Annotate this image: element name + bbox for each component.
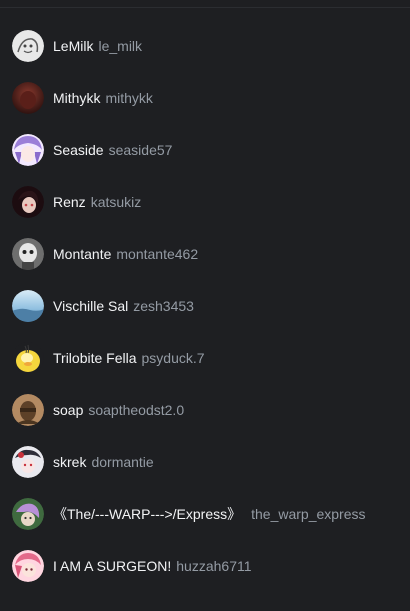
member-row-seaside[interactable]: Seaside seaside57 [0, 124, 410, 176]
member-display-name[interactable]: Renz [53, 194, 86, 210]
member-username: huzzah6711 [176, 558, 252, 574]
member-row-montante[interactable]: Montante montante462 [0, 228, 410, 280]
avatar-green-purple-icon[interactable] [12, 498, 44, 530]
member-display-name[interactable]: Mithykk [53, 90, 100, 106]
avatar-red-white-anime-icon[interactable] [12, 446, 44, 478]
avatar-grey-character-icon[interactable] [12, 238, 44, 270]
member-username: seaside57 [108, 142, 173, 158]
member-row-mithykk[interactable]: Mithykk mithykk [0, 72, 410, 124]
member-display-name[interactable]: Trilobite Fella [53, 350, 137, 366]
member-username: dormantie [91, 454, 154, 470]
member-display-name[interactable]: Seaside [53, 142, 104, 158]
avatar-brown-soldier-icon[interactable] [12, 394, 44, 426]
member-username: zesh3453 [133, 298, 194, 314]
member-display-name[interactable]: Montante [53, 246, 111, 262]
member-list-panel: LeMilk le_milk Mithykk mithykk Seaside s… [0, 0, 410, 611]
member-display-name[interactable]: soap [53, 402, 83, 418]
member-username: soaptheodst2.0 [88, 402, 185, 418]
avatar-dark-anime-icon[interactable] [12, 186, 44, 218]
member-display-name[interactable]: Vischille Sal [53, 298, 128, 314]
member-row-vischille-sal[interactable]: Vischille Sal zesh3453 [0, 280, 410, 332]
member-username: mithykk [105, 90, 153, 106]
avatar-sky-landscape-icon[interactable] [12, 290, 44, 322]
member-display-name[interactable]: 《The/---WARP--->/Express》 [53, 504, 241, 524]
member-list: LeMilk le_milk Mithykk mithykk Seaside s… [0, 20, 410, 592]
avatar-sketch-icon[interactable] [12, 30, 44, 62]
member-display-name[interactable]: skrek [53, 454, 86, 470]
member-username: montante462 [116, 246, 199, 262]
member-username: psyduck.7 [141, 350, 205, 366]
member-row-skrek[interactable]: skrek dormantie [0, 436, 410, 488]
member-username: le_milk [98, 38, 143, 54]
member-row-lemilk[interactable]: LeMilk le_milk [0, 20, 410, 72]
member-row-soap[interactable]: soap soaptheodst2.0 [0, 384, 410, 436]
member-username: katsukiz [90, 194, 142, 210]
member-display-name[interactable]: LeMilk [53, 38, 93, 54]
member-row-warp-express[interactable]: 《The/---WARP--->/Express》 the_warp_expre… [0, 488, 410, 540]
member-row-trilobite-fella[interactable]: Trilobite Fella psyduck.7 [0, 332, 410, 384]
avatar-dark-red-icon[interactable] [12, 82, 44, 114]
avatar-anime-purple-icon[interactable] [12, 134, 44, 166]
avatar-yellow-duck-icon[interactable] [12, 342, 44, 374]
avatar-pink-anime-icon[interactable] [12, 550, 44, 582]
member-display-name[interactable]: I AM A SURGEON! [53, 558, 171, 574]
member-username: the_warp_express [251, 506, 366, 522]
member-row-i-am-a-surgeon[interactable]: I AM A SURGEON! huzzah6711 [0, 540, 410, 592]
divider [0, 7, 410, 8]
member-row-renz[interactable]: Renz katsukiz [0, 176, 410, 228]
